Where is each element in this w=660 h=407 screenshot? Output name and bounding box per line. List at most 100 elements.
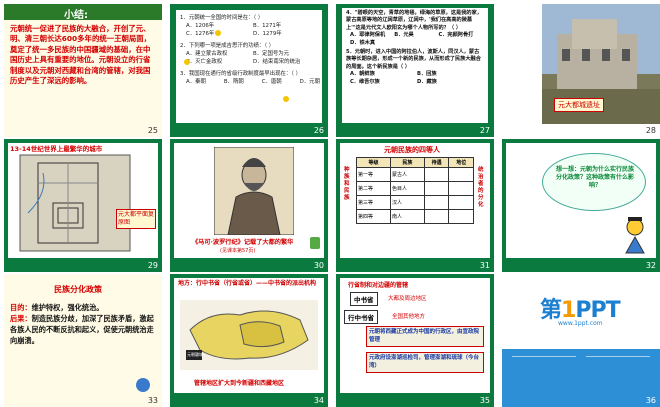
question-5: 5．元朝时，进入中国的阿拉伯人，波斯人，同汉人，蒙古族等长期杂居，形成一个新的民… [346,49,481,70]
slide-thumbnail-28[interactable]: 元大都城遗址 28 [502,4,660,137]
table-row: 第一等 蒙古人 [356,167,474,182]
answer-option: C．唐朝 [261,79,282,85]
slide-thumbnail-35[interactable]: 行省制和对边疆的管辖 中书省 大都及周边地区 行中书省 全国其他地方 元朝将西藏… [336,274,494,407]
teacher-icon [625,217,645,254]
slide-thumbnail-27[interactable]: 4．"碧眼的天空，青草的地毯，绿海的草原，这是我的家，蒙古高原等地的辽阔草原，辽… [336,4,494,137]
slide-number: 33 [147,396,158,405]
answer-option: B．回族 [417,71,437,78]
slide-number: 31 [479,261,490,270]
slide-thumbnail-29[interactable]: 13-14世纪世界上最繁华的城市 元大都平面复原图 29 [4,139,162,272]
slide-number: 30 [313,261,324,270]
slide-thumbnail-30[interactable]: 《马可·波罗行纪》记载了大都的繁华 (见课本第57页) 30 [170,139,328,272]
taiwan-administration-box: 元政府设澎湖巡检司，管理澎湖和琉球（今台湾） [366,352,484,373]
slide-number: 36 [645,396,656,405]
slide-thumbnail-26[interactable]: 1．元朝统一全国的时间是在：（ ） A．1206年 B．1271年 C．1276… [170,4,328,137]
answer-option: A．耶律阿保机 [350,32,386,39]
footer-left-links [512,356,576,386]
table-header: 民族 [389,157,425,168]
table-header: 待遇 [423,157,450,168]
answer-option: C．完颜阿骨打 [438,32,474,39]
class-table: 等级 民族 待遇 地位 第一等 蒙古人 第二等 色目人 第三等 汉人 第四等 南… [356,157,474,224]
table-cell [448,195,474,210]
side-label-left: 种族和民族 [344,167,350,201]
answer-mark-icon [283,96,289,102]
question-3: 3．我国现在通行的省级行政制度最早出现在：（ ） [180,71,302,77]
table-cell [423,167,450,182]
slide-number: 32 [645,261,656,270]
provincial-secretariat-box: 行中书省 [344,310,378,324]
table-cell [448,167,474,182]
table-cell: 汉人 [389,195,425,210]
slide-grid: 小结: 元朝统一促进了民族的大融合，开创了元、明、清三朝长达600多年的统一王朝… [0,0,660,407]
answer-option: A．朝鲜族 [350,71,375,78]
table-cell: 第二等 [356,181,391,196]
answer-option: B．1271年 [253,23,282,29]
answer-option: B．隋朝 [223,79,244,85]
table-cell: 第一等 [356,167,391,182]
table-header: 等级 [356,157,391,168]
slide-thumbnail-33[interactable]: 民族分化政策 目的：维护特权，强化统治。 后果：制造民族分歧，加深了民族矛盾，激… [4,274,162,407]
table-row: 第四等 南人 [356,209,474,224]
table-cell [423,195,450,210]
table-row: 第二等 色目人 [356,181,474,196]
answer-option: A．秦朝 [186,79,206,85]
footer-right-links [586,356,650,386]
central-region-text: 大都及周边地区 [388,296,427,302]
slide-thumbnail-34[interactable]: 地方：行中书省（行省或省）——中书省的派出机构 元朝疆域 管辖地区扩大到今新疆和… [170,274,328,407]
answer-mark-icon [184,59,190,65]
answer-option: B．定国号为元 [253,51,290,57]
table-cell: 蒙古人 [389,167,425,182]
tibet-administration-box: 元朝将西藏正式成为中国的行政区，由宣政院管理 [366,326,484,347]
answer-option: D．藏族 [417,78,437,85]
map-bottom-text: 管辖地区扩大到今新疆和西藏地区 [194,380,285,387]
answer-option: D．铁木真 [350,39,376,46]
provincial-region-text: 全国其他地方 [392,314,426,320]
slide-title: 元朝民族的四等人 [384,146,440,154]
table-cell: 色目人 [389,181,425,196]
table-row: 第三等 汉人 [356,195,474,210]
table-cell: 第四等 [356,209,391,224]
answer-mark-icon [215,30,221,36]
slide-title: 13-14世纪世界上最繁华的城市 [10,145,103,153]
answer-option: A．1206年 [186,23,215,29]
marco-polo-portrait [214,147,294,235]
thought-bubble: 想一想：元朝为什么实行民族分化政策？这种政策有什么影响？ [542,153,646,211]
question-4: 4．"碧眼的天空，青草的地毯，绿海的草原，这是我的家，蒙古高原等地的辽阔草原，辽… [346,10,483,31]
consequence-text: 制造民族分歧，加深了民族矛盾，激起各族人民的不断反抗和起义，促使元朝统治走向崩溃… [10,314,154,345]
slide-title: 行省制和对边疆的管辖 [348,282,409,289]
speaker-icon[interactable] [310,237,320,249]
table-cell [448,181,474,196]
map-caption: 元大都平面复原图 [116,209,156,229]
purpose-label: 目的： [10,303,32,312]
slide-number: 27 [479,126,490,135]
central-secretariat-box: 中书省 [350,292,378,306]
slide-number: 28 [645,126,656,135]
map-top-text: 地方：行中书省（行省或省）——中书省的派出机构 [178,280,317,287]
slide-thumbnail-31[interactable]: 元朝民族的四等人 种族和民族 统治者的分化 等级 民族 待遇 地位 第一等 蒙古… [336,139,494,272]
slide-number: 29 [147,261,158,270]
answer-option: C．维吾尔族 [350,78,380,85]
slide-thumbnail-32[interactable]: 想一想：元朝为什么实行民族分化政策？这种政策有什么影响？ 32 [502,139,660,272]
slide-thumbnail-36[interactable]: 第1PPT www.1ppt.com 36 [502,274,660,407]
slide-title: 小结: [64,10,88,21]
answer-option: A．建立蒙古政权 [186,51,228,57]
slide-number: 35 [479,396,490,405]
slide-number: 34 [313,396,324,405]
portrait-caption: 《马可·波罗行纪》记载了大都的繁华 [192,239,294,246]
territory-map [180,300,318,370]
table-cell: 第三等 [356,195,391,210]
table-cell [423,181,450,196]
ruins-photo [542,4,660,124]
slide-thumbnail-25[interactable]: 小结: 元朝统一促进了民族的大融合，开创了元、明、清三朝长达600多年的统一王朝… [4,4,162,137]
answer-option: C．灭亡金政权 [186,59,223,65]
answer-option: D．元朝 [299,79,320,85]
answer-option: B．元昊 [394,32,414,39]
purpose-text: 维护特权，强化统治。 [31,303,104,312]
table-cell [423,209,450,224]
map-legend-label: 元朝疆域 [187,352,203,357]
side-label-right: 统治者的分化 [478,167,484,208]
table-header: 地位 [448,157,474,168]
brand-url: www.1ppt.com [558,320,603,327]
table-cell [448,209,474,224]
photo-caption: 元大都城遗址 [554,98,604,112]
